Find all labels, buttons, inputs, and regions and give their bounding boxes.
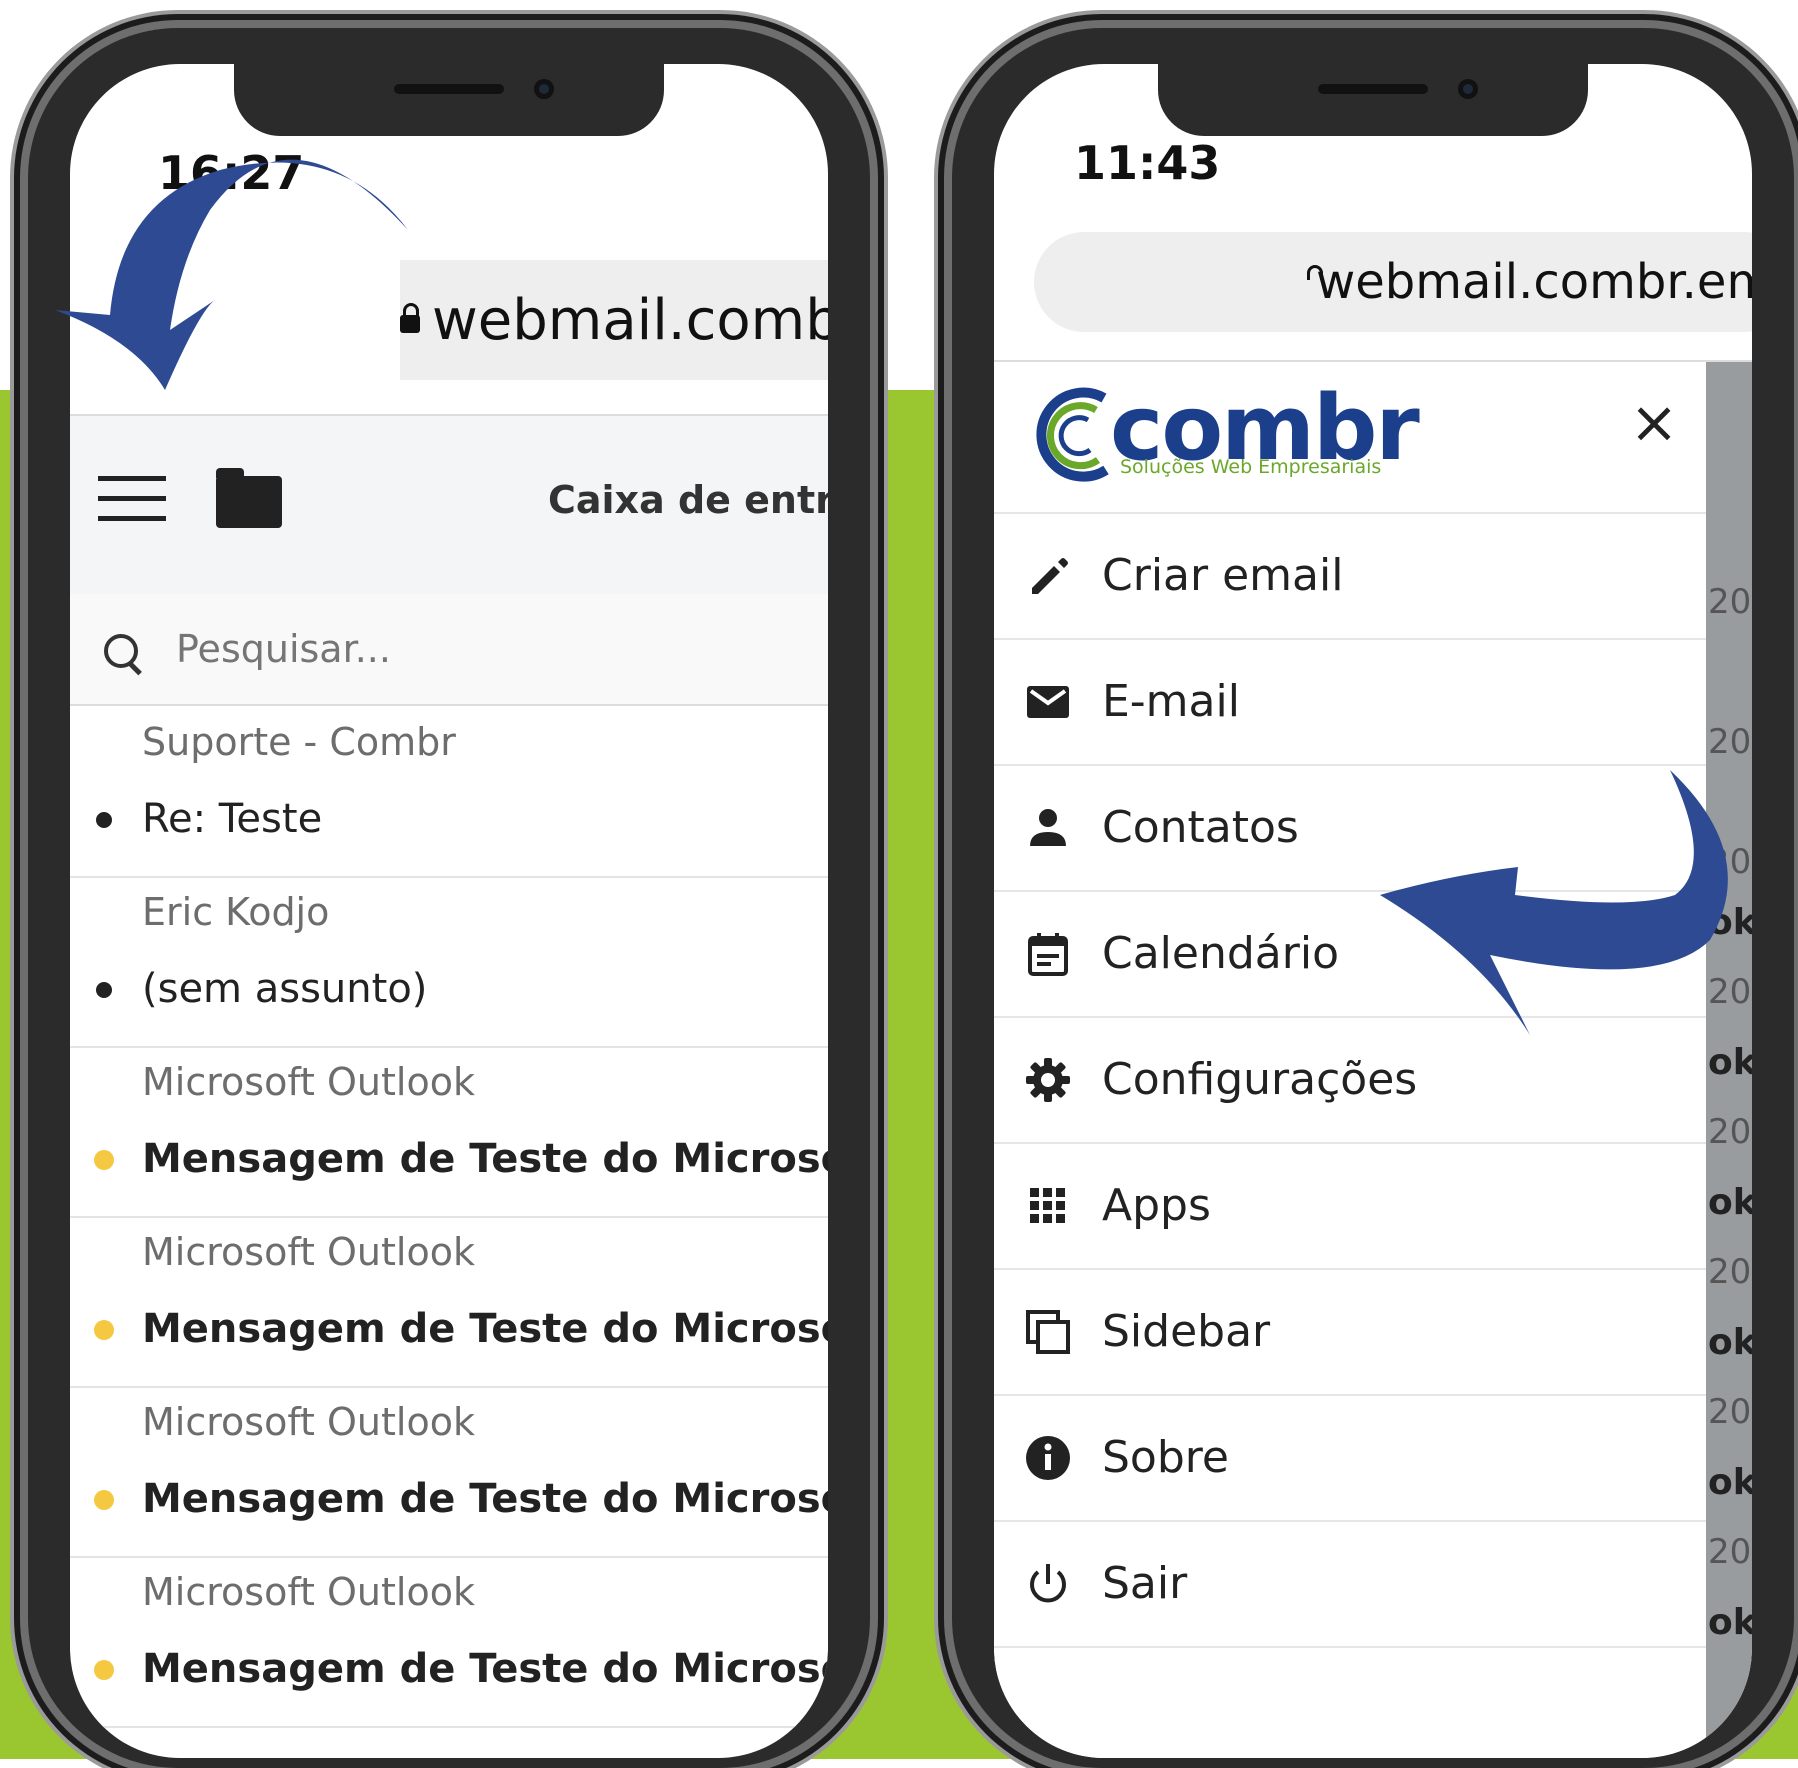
notch xyxy=(234,64,664,136)
read-dot-icon xyxy=(96,812,112,828)
menu-label: E-mail xyxy=(1102,676,1240,727)
menu-label: Contatos xyxy=(1102,802,1299,853)
message-subject: Mensagem de Teste do Microsoft O xyxy=(142,1136,828,1182)
ghost-text: 202 xyxy=(1708,722,1752,762)
camera xyxy=(1458,79,1478,99)
info-icon xyxy=(1026,1436,1070,1480)
curved-arrow-icon xyxy=(1380,770,1728,1035)
unread-dot-icon xyxy=(94,1150,114,1170)
message-item[interactable]: Eric Kodjo (sem assunto) xyxy=(70,876,828,1048)
message-from: Microsoft Outlook xyxy=(142,1570,475,1614)
menu-label: Calendário xyxy=(1102,928,1339,979)
search-input[interactable] xyxy=(174,620,778,678)
inbox-title: Caixa de entra xyxy=(548,478,828,522)
status-time: 11:43 xyxy=(1074,136,1221,190)
unread-dot-icon xyxy=(94,1490,114,1510)
hamburger-menu-icon[interactable] xyxy=(98,476,166,524)
read-dot-icon xyxy=(96,982,112,998)
logo-tagline: Soluções Web Empresariais xyxy=(1120,456,1382,478)
person-icon xyxy=(1030,809,1066,846)
pencil-icon xyxy=(1032,558,1068,594)
message-subject: Mensagem de Teste do Microsoft O xyxy=(142,1476,828,1522)
ghost-text: 202 xyxy=(1708,1532,1752,1572)
message-subject: Re: Teste xyxy=(142,796,323,842)
ghost-text: ok xyxy=(1708,1322,1752,1363)
envelope-icon xyxy=(1027,686,1069,718)
ghost-text: 202 xyxy=(1708,1392,1752,1432)
ghost-text: ok xyxy=(1708,1602,1752,1643)
menu-label: Criar email xyxy=(1102,550,1344,601)
unread-dot-icon xyxy=(94,1660,114,1680)
ghost-text: ok xyxy=(1708,1462,1752,1503)
message-subject: Mensagem de Teste do Microsoft O xyxy=(142,1646,828,1692)
dimmed-background[interactable]: 202 202 202 ok 202 ok 202 ok 202 ok 202 … xyxy=(1706,362,1752,1758)
menu-item-apps[interactable]: Apps xyxy=(994,1142,1706,1268)
message-from: Microsoft Outlook xyxy=(142,1230,475,1274)
gear-icon xyxy=(1026,1058,1070,1102)
menu-label: Sidebar xyxy=(1102,1306,1271,1357)
folder-icon[interactable] xyxy=(216,468,282,528)
notch xyxy=(1158,64,1588,136)
grid-icon xyxy=(1030,1188,1065,1223)
menu-label: Sobre xyxy=(1102,1432,1229,1483)
search-icon xyxy=(104,634,138,668)
message-item[interactable]: Microsoft Outlook Mensagem de Teste do M… xyxy=(70,1046,828,1218)
url-bar[interactable]: webmail.combr.ema xyxy=(1034,232,1752,332)
message-from: Microsoft Outlook xyxy=(142,1060,475,1104)
url-text: webmail.comb xyxy=(432,287,828,353)
camera xyxy=(534,79,554,99)
calendar-icon xyxy=(1028,933,1068,976)
menu-item-sair[interactable]: Sair xyxy=(994,1520,1706,1648)
message-subject: (sem assunto) xyxy=(142,966,428,1012)
message-item[interactable]: Microsoft Outlook Mensagem de Teste do M… xyxy=(70,1386,828,1558)
unread-dot-icon xyxy=(94,1320,114,1340)
url-text: webmail.combr.ema xyxy=(1316,254,1752,310)
menu-label: Apps xyxy=(1102,1180,1211,1231)
navigation-drawer: combr Soluções Web Empresariais × Criar … xyxy=(994,362,1706,1758)
menu-item-email[interactable]: E-mail xyxy=(994,638,1706,764)
curved-arrow-icon xyxy=(55,159,408,390)
close-button[interactable]: × xyxy=(1624,392,1684,452)
menu-item-sobre[interactable]: Sobre xyxy=(994,1394,1706,1520)
message-from: Eric Kodjo xyxy=(142,890,330,934)
menu-item-sidebar[interactable]: Sidebar xyxy=(994,1268,1706,1394)
message-from: Microsoft Outlook xyxy=(142,1400,475,1444)
message-item[interactable]: Suporte - Combr Re: Teste xyxy=(70,706,828,878)
message-subject: Mensagem de Teste do Microsoft O xyxy=(142,1306,828,1352)
menu-label: Configurações xyxy=(1102,1054,1418,1105)
message-item[interactable]: Microsoft Outlook Mensagem de Teste do M… xyxy=(70,1216,828,1388)
speaker xyxy=(1318,84,1428,94)
ghost-text: 202 xyxy=(1708,1112,1752,1152)
search-row xyxy=(70,594,828,706)
power-icon xyxy=(1030,1564,1066,1603)
url-bar[interactable]: webmail.comb xyxy=(400,260,828,380)
speaker xyxy=(394,84,504,94)
ghost-text: ok xyxy=(1708,1042,1752,1083)
menu-item-criar-email[interactable]: Criar email xyxy=(994,512,1706,638)
sidebar-icon xyxy=(1026,1310,1070,1354)
message-from: Suporte - Combr xyxy=(142,720,456,764)
message-item[interactable]: Microsoft Outlook Mensagem de Teste do M… xyxy=(70,1556,828,1728)
ghost-text: ok xyxy=(1708,1182,1752,1223)
combr-logo: combr Soluções Web Empresariais xyxy=(1024,376,1420,484)
ghost-text: 202 xyxy=(1708,1252,1752,1292)
ghost-text: 202 xyxy=(1708,582,1752,622)
menu-label: Sair xyxy=(1102,1558,1188,1609)
mail-toolbar: Caixa de entra xyxy=(70,414,828,596)
